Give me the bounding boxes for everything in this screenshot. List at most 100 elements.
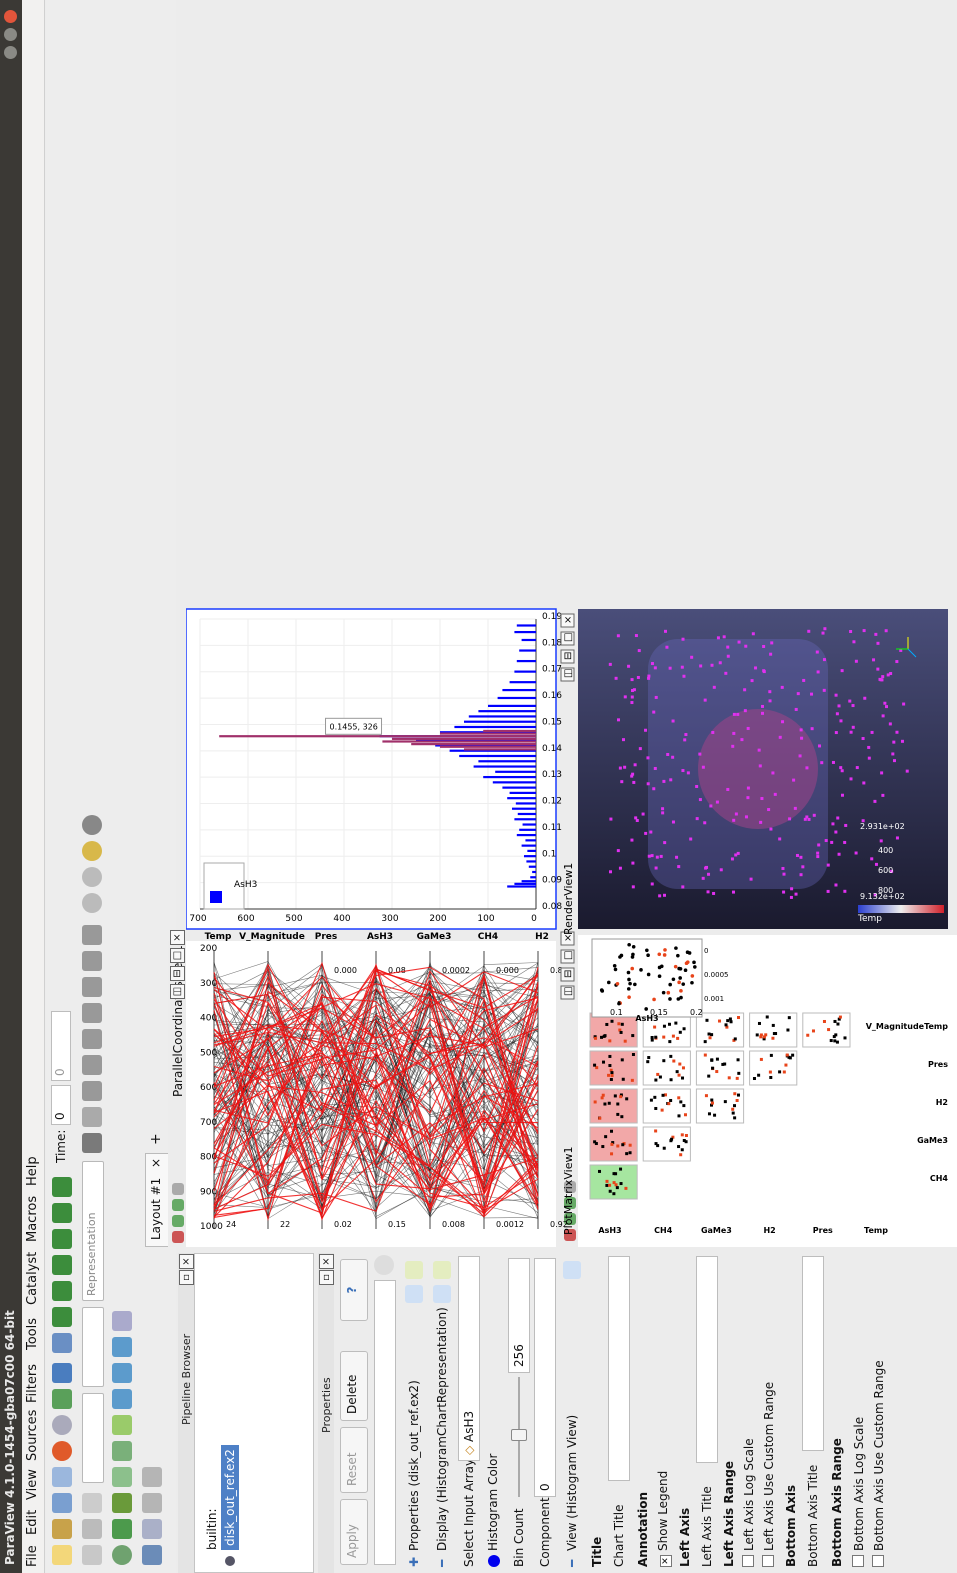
camera-x-minus-icon[interactable]: [82, 1029, 102, 1049]
center-axes-icon[interactable]: [82, 1133, 102, 1153]
calculator-icon[interactable]: [112, 1545, 132, 1565]
reset-view-icon[interactable]: [82, 815, 102, 835]
color-by-combo[interactable]: [82, 1393, 104, 1483]
representation-combo[interactable]: Representation: [82, 1161, 104, 1301]
camera-y-plus-icon[interactable]: [82, 1003, 102, 1023]
next-frame-icon[interactable]: [52, 1229, 72, 1249]
menu-file[interactable]: File: [25, 1545, 40, 1567]
menu-tools[interactable]: Tools: [25, 1318, 40, 1350]
warp-icon[interactable]: [112, 1337, 132, 1357]
properties-search-input[interactable]: [374, 1280, 396, 1565]
orient-axes-icon[interactable]: [82, 841, 102, 861]
parallel-split-v-icon[interactable]: ⊟: [170, 966, 185, 981]
interact-icon[interactable]: [82, 1493, 102, 1513]
previous-frame-icon[interactable]: [52, 1281, 72, 1301]
copy-display-icon[interactable]: [433, 1285, 451, 1303]
reset-camera-icon[interactable]: [52, 1389, 72, 1409]
apply-button[interactable]: Apply: [340, 1499, 368, 1565]
parallel-close-icon[interactable]: ×: [170, 930, 185, 945]
paste-display-icon[interactable]: [433, 1261, 451, 1279]
copy-props-icon[interactable]: [405, 1285, 423, 1303]
delete-button[interactable]: Delete: [340, 1351, 368, 1421]
left-axis-title-input[interactable]: [696, 1256, 718, 1463]
menu-help[interactable]: Help: [25, 1156, 40, 1186]
camera-z-minus-icon[interactable]: [82, 925, 102, 945]
threshold-icon[interactable]: [112, 1441, 132, 1461]
display-section[interactable]: ━ Display (HistogramChartRepresentation): [432, 1253, 454, 1573]
select-cells-icon[interactable]: [82, 1545, 102, 1565]
bin-count-field[interactable]: 256: [508, 1258, 530, 1373]
view-split-icon[interactable]: [52, 1333, 72, 1353]
pipeline-close-icon[interactable]: ×: [179, 1254, 194, 1269]
camera-y-minus-icon[interactable]: [82, 977, 102, 997]
minimize-window-icon[interactable]: [4, 28, 17, 41]
bin-count-slider-handle[interactable]: [511, 1429, 527, 1441]
bottom-axis-title-input[interactable]: [802, 1256, 824, 1451]
parallel-view-tool3-icon[interactable]: [172, 1199, 184, 1211]
left-axis-custom-checkbox[interactable]: Left Axis Use Custom Range: [762, 1382, 776, 1567]
close-window-icon[interactable]: [4, 10, 17, 23]
macro-icon[interactable]: [142, 1493, 162, 1513]
bottom-axis-custom-checkbox[interactable]: Bottom Axis Use Custom Range: [872, 1360, 886, 1567]
time-field[interactable]: 0: [51, 1085, 71, 1125]
undo-icon[interactable]: [52, 1441, 72, 1461]
tab-layout-1[interactable]: Layout #1 ×: [145, 1153, 168, 1247]
histogram-color-swatch[interactable]: [488, 1555, 500, 1567]
play-icon[interactable]: [52, 1255, 72, 1275]
properties-section[interactable]: ✚ Properties (disk_out_ref.ex2): [404, 1253, 426, 1573]
open-file-icon[interactable]: [52, 1545, 72, 1565]
stream-tracer-icon[interactable]: [112, 1363, 132, 1383]
bottom-axis-log-checkbox[interactable]: Bottom Axis Log Scale: [852, 1417, 866, 1567]
menu-filters[interactable]: Filters: [25, 1364, 40, 1403]
slice-icon[interactable]: [112, 1467, 132, 1487]
show-legend-checkbox[interactable]: ✕ Show Legend: [656, 1471, 672, 1567]
first-frame-icon[interactable]: [52, 1307, 72, 1327]
time-step-spinbox[interactable]: 0: [51, 1011, 71, 1081]
layout-tab-close-icon[interactable]: ×: [149, 1158, 163, 1168]
spreadsheet-icon[interactable]: [142, 1545, 162, 1565]
properties-close-icon[interactable]: ×: [319, 1254, 334, 1269]
histogram-color-label[interactable]: Histogram Color: [486, 1454, 500, 1551]
left-axis-log-checkbox[interactable]: Left Axis Log Scale: [742, 1438, 756, 1567]
connect-icon[interactable]: [52, 1467, 72, 1487]
pick-center-icon[interactable]: [82, 1107, 102, 1127]
select-points-icon[interactable]: [82, 1519, 102, 1539]
menu-view[interactable]: View: [25, 1469, 40, 1500]
select-input-array-combo[interactable]: ◇ AsH3: [458, 1256, 480, 1461]
reset-button[interactable]: Reset: [340, 1427, 368, 1493]
eye-icon[interactable]: [225, 1556, 235, 1566]
paste-props-icon[interactable]: [405, 1261, 423, 1279]
glyph-icon[interactable]: [112, 1389, 132, 1409]
rotate-minus-90-icon[interactable]: [82, 867, 102, 887]
python-shell-icon[interactable]: [142, 1519, 162, 1539]
help-button[interactable]: ?: [340, 1259, 368, 1321]
rotate-90-icon[interactable]: [82, 893, 102, 913]
help-icon[interactable]: [52, 1363, 72, 1383]
chart-title-input[interactable]: [608, 1256, 630, 1481]
group-datasets-icon[interactable]: [112, 1311, 132, 1331]
advanced-gear-icon[interactable]: [374, 1255, 394, 1275]
menu-sources[interactable]: Sources: [25, 1410, 40, 1461]
parallel-view-tool4-icon[interactable]: [172, 1183, 184, 1195]
menu-edit[interactable]: Edit: [25, 1510, 40, 1535]
contour-icon[interactable]: [112, 1519, 132, 1539]
pipeline-root[interactable]: builtin:: [205, 1508, 219, 1550]
parallel-view-tool2-icon[interactable]: [172, 1215, 184, 1227]
camera-z-plus-icon[interactable]: [82, 951, 102, 971]
pipeline-float-icon[interactable]: ▫: [179, 1270, 194, 1285]
component-field[interactable]: 0: [534, 1258, 556, 1497]
view-section[interactable]: ━ View (Histogram View): [562, 1253, 584, 1573]
component-combo[interactable]: [82, 1307, 104, 1387]
add-layout-button[interactable]: +: [148, 1133, 164, 1145]
last-frame-icon[interactable]: [52, 1203, 72, 1223]
properties-float-icon[interactable]: ▫: [319, 1270, 334, 1285]
parallel-maximize-icon[interactable]: □: [170, 948, 185, 963]
clip-icon[interactable]: [112, 1493, 132, 1513]
parallel-split-h-icon[interactable]: ◫: [170, 984, 185, 999]
menu-macros[interactable]: Macros: [25, 1196, 40, 1242]
copy-view-icon[interactable]: [563, 1261, 581, 1279]
zoom-data-icon[interactable]: [82, 1081, 102, 1101]
menu-catalyst[interactable]: Catalyst: [25, 1252, 40, 1305]
redo-icon[interactable]: [52, 1415, 72, 1435]
save-data-icon[interactable]: [52, 1493, 72, 1513]
